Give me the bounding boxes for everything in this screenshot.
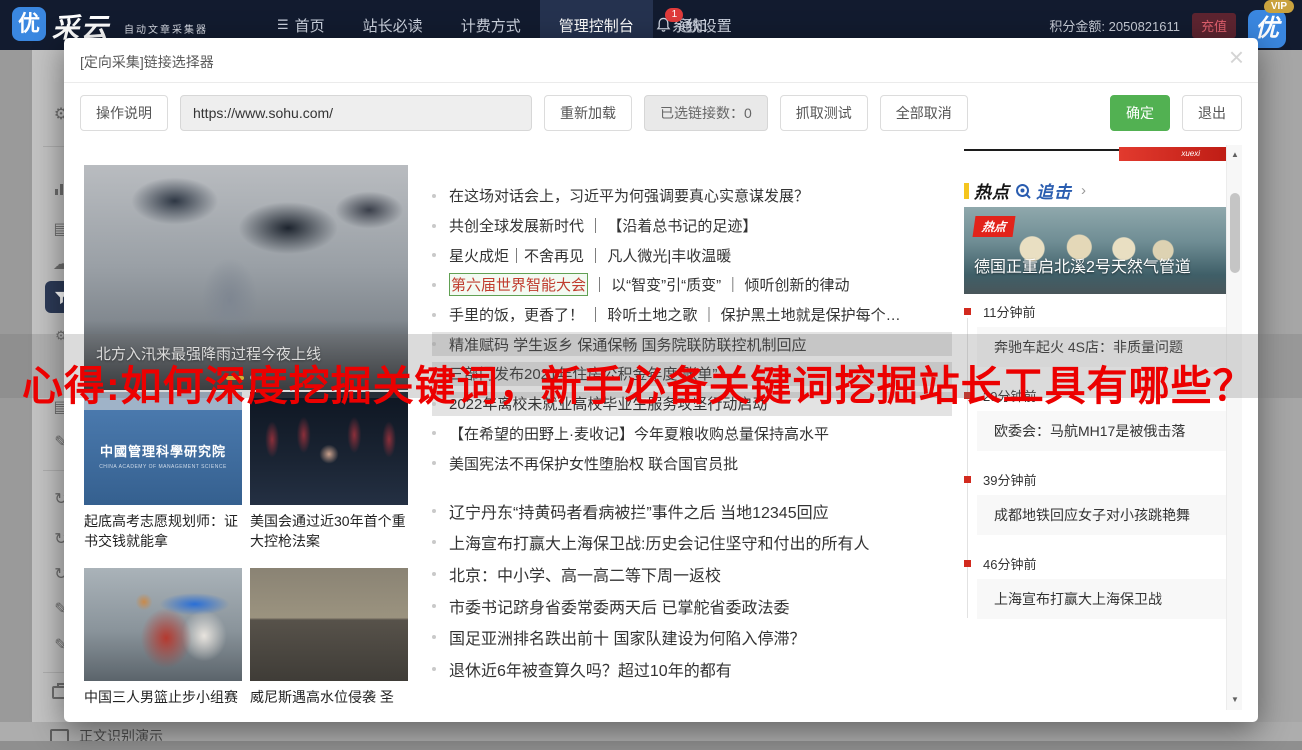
bullet-icon	[432, 461, 436, 465]
basketball-image	[84, 568, 242, 681]
news-item[interactable]: 在这场对话会上，习近平为何强调要真心实意谋发展？	[432, 181, 952, 211]
promo-banner-fragment[interactable]: xuexi	[1119, 147, 1226, 161]
news-item[interactable]: 北京：中小学、高一高二等下周一返校	[432, 558, 952, 590]
timeline-headline[interactable]: 成都地铁回应女子对小孩跳艳舞	[977, 495, 1226, 535]
cancel-all-button[interactable]: 全部取消	[880, 95, 968, 131]
bullet-icon	[432, 604, 436, 608]
bullet-icon	[432, 224, 436, 228]
timeline-headline[interactable]: 欧委会：马航MH17是被俄击落	[977, 411, 1226, 451]
news-column: 在这场对话会上，习近平为何强调要真心实意谋发展？ 共创全球发展新时代 ｜ 【沿着…	[432, 145, 952, 710]
timeline-time: 11分钟前	[964, 304, 1226, 318]
bullet-icon	[432, 572, 436, 576]
timeline-marker-icon	[964, 308, 971, 315]
news-item[interactable]: 国足亚洲排名跌出前十 国家队建设为何陷入停滞？	[432, 621, 952, 653]
exit-button[interactable]: 退出	[1182, 95, 1242, 131]
divider	[64, 82, 1258, 83]
news-item[interactable]: 上海宣布打赢大上海保卫战:历史会记住坚守和付出的所有人	[432, 527, 952, 559]
bullet-icon	[432, 431, 436, 435]
bullet-icon	[432, 509, 436, 513]
feature-caption[interactable]: 德国正重启北溪2号天然气管道	[974, 253, 1191, 277]
dialog-toolbar: 操作说明 重新加载 已选链接数：0 抓取测试 全部取消 确定 退出	[80, 95, 1242, 131]
target-icon	[1015, 183, 1031, 199]
left-column: 北方入汛来最强降雨过程今夜上线 中國管理科學研究院 CHINA ACADEMY …	[84, 165, 408, 710]
recharge-button[interactable]: 充值	[1192, 13, 1236, 38]
news-item[interactable]: 辽宁丹东“持黄码者看病被拦”事件之后 当地12345回应	[432, 495, 952, 527]
card-caption[interactable]: 中国三人男篮止步小组赛	[84, 687, 242, 707]
bullet-icon	[432, 540, 436, 544]
hot-badge: 热点	[973, 216, 1016, 237]
card-caption[interactable]: 威尼斯遇高水位侵袭 圣	[250, 687, 408, 707]
venice-flood-image	[250, 568, 408, 681]
bullet-icon	[432, 194, 436, 198]
news-group-bottom: 辽宁丹东“持黄码者看病被拦”事件之后 当地12345回应 上海宣布打赢大上海保卫…	[432, 495, 952, 685]
hotspot-column: xuexi 热点 追击 › 热点 德国正重启北溪2号天然气管道	[964, 145, 1226, 710]
timeline-marker-icon	[964, 476, 971, 483]
vip-badge: VIP	[1264, 0, 1294, 13]
feature-image-gas-pipeline[interactable]: 热点 德国正重启北溪2号天然气管道	[964, 207, 1226, 294]
news-item[interactable]: 第六届世界智能大会 ｜ 以“智变”引“质变” ｜ 倾听创新的律动	[432, 270, 952, 300]
selected-link-highlight[interactable]: 第六届世界智能大会	[449, 273, 588, 296]
screen: ⚙ ▤ ☁ ⚙ ▤ ✎ ↻ ↻ ↻ ✎ ✎ 正文识别演示 优	[0, 0, 1302, 750]
webpage-preview: 北方入汛来最强降雨过程今夜上线 中國管理科學研究院 CHINA ACADEMY …	[80, 145, 1242, 710]
card-caption[interactable]: 起底高考志愿规划师：证书交钱就能拿	[84, 511, 242, 552]
photo-card[interactable]: 中國管理科學研究院 CHINA ACADEMY OF MANAGEMENT SC…	[84, 392, 242, 552]
marquee-overlay-text: 心得:如何深度挖掘关键词，新手必备关键词挖掘站长工具有哪些？	[22, 352, 1255, 412]
timeline-marker-icon	[964, 560, 971, 567]
news-group-top: 在这场对话会上，习近平为何强调要真心实意谋发展？ 共创全球发展新时代 ｜ 【沿着…	[432, 181, 952, 478]
scrollbar-thumb[interactable]	[1230, 193, 1240, 273]
card-caption[interactable]: 美国会通过近30年首个重大控枪法案	[250, 511, 408, 552]
dialog-title: [定向采集]链接选择器	[80, 52, 214, 72]
timeline-item: 46分钟前 上海宣布打赢大上海保卫战	[964, 556, 1226, 619]
news-item[interactable]: 退休近6年被查算久吗？超过10年的都有	[432, 653, 952, 685]
chevron-right-icon: ›	[1081, 182, 1086, 199]
accent-bar	[964, 183, 969, 199]
photo-card[interactable]: 美国会通过近30年首个重大控枪法案	[250, 392, 408, 552]
bullet-icon	[432, 667, 436, 671]
timeline-item: 39分钟前 成都地铁回应女子对小孩跳艳舞	[964, 472, 1226, 535]
news-item[interactable]: 手里的饭，更香了！ ｜ 聆听土地之歌 ｜ 保护黑土地就是保护每个…	[432, 300, 952, 330]
news-item[interactable]: 星火成炬｜不舍再见 ｜ 凡人微光|丰收温暖	[432, 240, 952, 270]
notification-badge: 1	[665, 8, 683, 22]
timeline-time: 46分钟前	[964, 556, 1226, 570]
page-bottom-edge	[0, 741, 1302, 750]
reload-button[interactable]: 重新加载	[544, 95, 632, 131]
bullet-icon	[432, 635, 436, 639]
bullet-icon	[432, 313, 436, 317]
url-input[interactable]	[180, 95, 532, 131]
news-item[interactable]: 共创全球发展新时代 ｜ 【沿着总书记的足迹】	[432, 211, 952, 241]
credit-balance: 积分金额: 2050821611	[1049, 16, 1180, 35]
vertical-scrollbar[interactable]: ▲ ▼	[1226, 145, 1242, 710]
timeline-headline[interactable]: 上海宣布打赢大上海保卫战	[977, 579, 1226, 619]
timeline-time: 39分钟前	[964, 472, 1226, 486]
close-icon[interactable]: ×	[1229, 42, 1244, 73]
scroll-down-icon[interactable]: ▼	[1227, 692, 1242, 708]
brand-tagline: 自动文章采集器	[124, 21, 208, 36]
news-item[interactable]: 【在希望的田野上·麦收记】今年夏粮收购总量保持高水平	[432, 419, 952, 449]
bullet-icon	[432, 283, 436, 287]
photo-card[interactable]: 中国三人男篮止步小组赛	[84, 568, 242, 707]
help-button[interactable]: 操作说明	[80, 95, 168, 131]
menu-icon: ☰	[277, 17, 289, 33]
bullet-icon	[432, 253, 436, 257]
notifications-button[interactable]: 通知 1	[656, 15, 707, 36]
grab-test-button[interactable]: 抓取测试	[780, 95, 868, 131]
scroll-up-icon[interactable]: ▲	[1227, 147, 1242, 163]
news-item[interactable]: 市委书记跻身省委常委两天后 已掌舵省委政法委	[432, 590, 952, 622]
brand-logo[interactable]: 优	[12, 7, 46, 41]
confirm-button[interactable]: 确定	[1110, 95, 1170, 131]
hotspot-header[interactable]: 热点 追击 ›	[964, 178, 1086, 203]
selected-links-count: 已选链接数：0	[644, 95, 768, 131]
news-item[interactable]: 美国宪法不再保护女性堕胎权 联合国官员批	[432, 448, 952, 478]
photo-card[interactable]: 威尼斯遇高水位侵袭 圣	[250, 568, 408, 707]
